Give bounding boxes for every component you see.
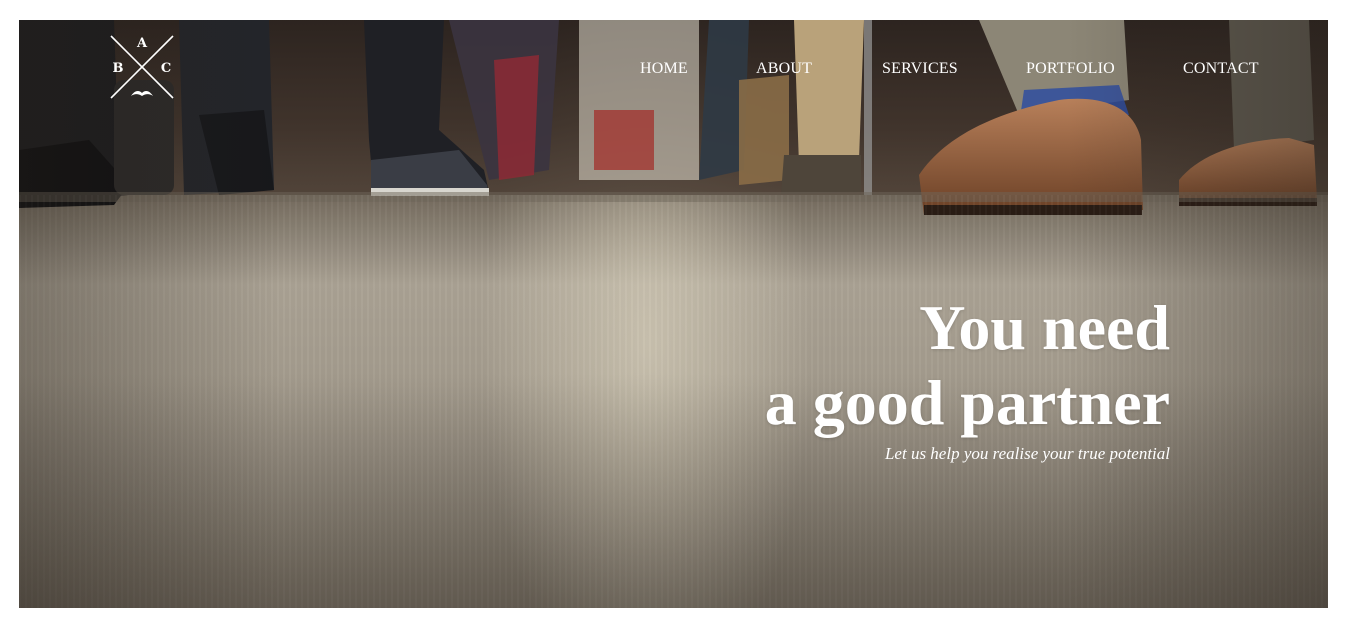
main-nav: HOME ABOUT SERVICES PORTFOLIO CONTACT <box>19 58 1328 82</box>
hero-tagline: Let us help you realise your true potent… <box>884 444 1170 463</box>
nav-item-portfolio[interactable]: PORTFOLIO <box>1026 58 1115 80</box>
nav-item-about[interactable]: ABOUT <box>756 58 812 80</box>
hero-headline-line-2: a good partner <box>764 367 1170 438</box>
nav-item-home[interactable]: HOME <box>640 58 688 80</box>
nav-item-contact[interactable]: CONTACT <box>1183 58 1259 80</box>
nav-item-services[interactable]: SERVICES <box>882 58 958 80</box>
hero-headline-line-1: You need <box>919 292 1170 363</box>
hero-section: A B C HOME ABOUT SERVICES PORTFOLIO CONT… <box>19 20 1328 608</box>
hero-headline: You need a good partner <box>765 290 1170 440</box>
logo-letter-a: A <box>136 36 148 51</box>
mustache-icon <box>131 91 153 96</box>
